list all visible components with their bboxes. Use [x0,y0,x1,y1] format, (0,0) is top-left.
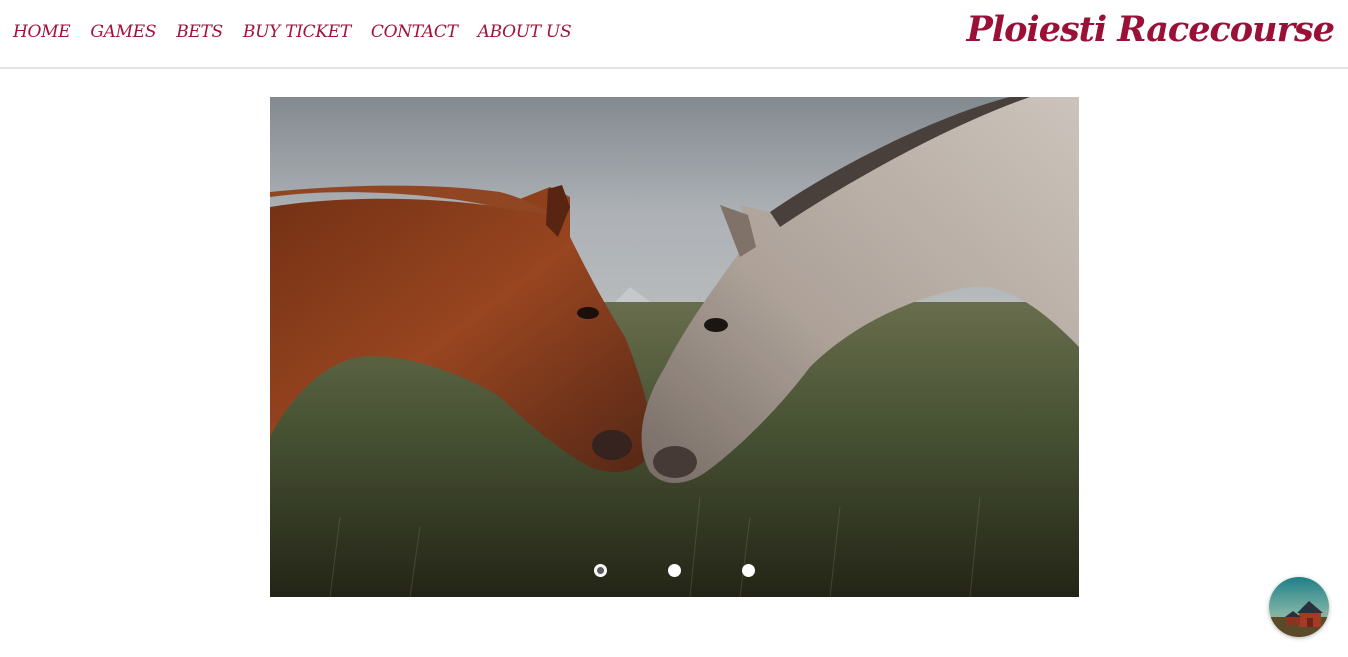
barn-landscape-avatar [1269,577,1329,637]
site-logo[interactable]: Ploiesti Racecourse [966,9,1335,50]
chat-avatar-button[interactable] [1269,577,1329,637]
nav-bets[interactable]: BETS [176,22,223,42]
slider-dot-3[interactable] [742,564,755,577]
nav-home[interactable]: HOME [13,22,71,42]
slider-dot-1[interactable] [594,564,607,577]
site-header: HOME GAMES BETS BUY TICKET CONTACT ABOUT… [0,0,1348,69]
nav-about-us[interactable]: ABOUT US [478,22,572,42]
nav-games[interactable]: GAMES [90,22,156,42]
nav-contact[interactable]: CONTACT [371,22,458,42]
slide-image [270,97,1079,597]
nav-buy-ticket[interactable]: BUY TICKET [243,22,351,42]
main-nav: HOME GAMES BETS BUY TICKET CONTACT ABOUT… [13,22,572,42]
image-slider [270,97,1079,597]
slider-dot-2[interactable] [668,564,681,577]
slider-dots [270,564,1079,578]
